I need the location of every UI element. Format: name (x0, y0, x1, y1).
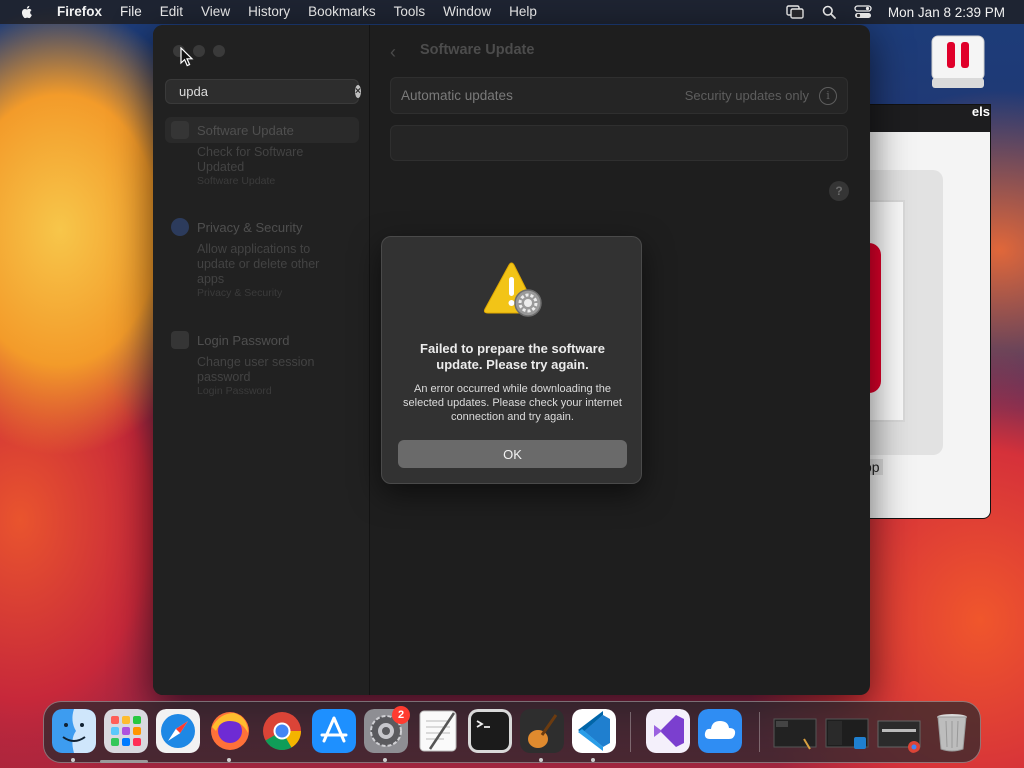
error-alert-dialog: Failed to prepare the software update. P… (381, 236, 642, 484)
trash-icon[interactable] (930, 709, 974, 753)
running-indicator (71, 758, 75, 762)
warning-icon (483, 262, 542, 317)
menu-bookmarks[interactable]: Bookmarks (299, 0, 385, 24)
ok-button[interactable]: OK (398, 440, 627, 468)
search-input[interactable] (179, 84, 355, 99)
back-chevron-icon[interactable]: ‹ (390, 42, 396, 63)
menu-history[interactable]: History (239, 0, 299, 24)
recent-window-1-icon[interactable] (772, 709, 818, 753)
search-result-software-update[interactable]: Software Update Check for Software Updat… (165, 117, 359, 188)
background-app-window[interactable]: els op (860, 104, 991, 519)
menu-file[interactable]: File (111, 0, 151, 24)
launchpad-icon[interactable] (104, 709, 148, 753)
page-title: Software Update (420, 42, 535, 58)
update-status-panel (390, 125, 848, 161)
search-result-privacy-security[interactable]: Privacy & Security Allow applications to… (165, 214, 359, 300)
search-result-row[interactable]: Login Password (165, 327, 359, 353)
settings-search-field[interactable]: × (165, 79, 361, 104)
dock-separator (759, 712, 760, 752)
automatic-updates-label: Automatic updates (401, 88, 513, 103)
terminal-icon[interactable] (468, 709, 512, 753)
menu-bar-clock[interactable]: Mon Jan 8 2:39 PM (888, 5, 1005, 20)
recent-window-2-icon[interactable] (824, 709, 870, 753)
search-result-category: Login Password (197, 385, 272, 397)
clear-search-icon[interactable]: × (355, 85, 361, 98)
lock-icon (171, 331, 189, 349)
alert-heading: Failed to prepare the software update. P… (420, 341, 605, 372)
search-result-category: Software Update (197, 175, 276, 187)
background-window-title-fragment: els (971, 104, 990, 119)
search-result-subtitle[interactable]: Allow applications to update or delete o… (165, 242, 335, 287)
parallels-desktop-icon[interactable] (930, 34, 986, 92)
dock: 2 (43, 701, 981, 763)
control-center-icon[interactable] (854, 4, 872, 20)
running-indicator (383, 758, 387, 762)
icloud-icon[interactable] (698, 709, 742, 753)
menu-edit[interactable]: Edit (151, 0, 192, 24)
search-result-subtitle[interactable]: Change user session password (165, 355, 335, 385)
minimize-window-button[interactable] (193, 45, 205, 57)
dock-scroll-indicator (100, 760, 148, 763)
vscode-icon[interactable] (572, 709, 616, 753)
running-indicator (591, 758, 595, 762)
app-store-icon[interactable] (312, 709, 356, 753)
search-result-title: Privacy & Security (197, 219, 303, 235)
search-result-title: Login Password (197, 332, 290, 348)
running-indicator (539, 758, 543, 762)
garageband-icon[interactable] (520, 709, 564, 753)
visual-studio-icon[interactable] (646, 709, 690, 753)
notification-badge: 2 (392, 706, 410, 724)
search-result-category: Privacy & Security (197, 287, 283, 299)
alert-body: An error occurred while downloading the … (403, 383, 622, 423)
automatic-updates-row[interactable]: Automatic updates Security updates only … (390, 77, 848, 114)
mouse-cursor-icon (180, 47, 194, 67)
firefox-icon[interactable] (208, 709, 252, 753)
screen-mirroring-icon[interactable] (786, 4, 804, 20)
finder-icon[interactable] (52, 709, 96, 753)
help-button[interactable]: ? (829, 181, 849, 201)
search-result-login-password[interactable]: Login Password Change user session passw… (165, 327, 359, 398)
menu-app-firefox[interactable]: Firefox (47, 0, 111, 24)
chrome-icon[interactable] (260, 709, 304, 753)
search-result-title: Software Update (197, 122, 294, 138)
settings-sidebar: × Software Update Check for Software Upd… (153, 25, 370, 695)
menu-tools[interactable]: Tools (385, 0, 435, 24)
automatic-updates-value: Security updates only (684, 88, 809, 103)
safari-icon[interactable] (156, 709, 200, 753)
search-result-subtitle[interactable]: Check for Software Updated (165, 145, 335, 175)
dock-separator (630, 712, 631, 752)
spotlight-search-icon[interactable] (820, 4, 838, 20)
menu-help[interactable]: Help (500, 0, 546, 24)
menu-window[interactable]: Window (434, 0, 500, 24)
menu-bar: Firefox File Edit View History Bookmarks… (0, 0, 1024, 24)
background-window-titlebar (861, 105, 990, 132)
textedit-icon[interactable] (416, 709, 460, 753)
apple-icon[interactable] (19, 4, 35, 20)
zoom-window-button[interactable] (213, 45, 225, 57)
menu-view[interactable]: View (192, 0, 239, 24)
running-indicator (227, 758, 231, 762)
hand-icon (171, 218, 189, 236)
info-icon[interactable]: i (819, 86, 837, 105)
search-result-row[interactable]: Software Update (165, 117, 359, 143)
search-result-row[interactable]: Privacy & Security (165, 214, 359, 240)
gear-icon (171, 121, 189, 139)
recent-window-3-icon[interactable] (876, 709, 922, 753)
